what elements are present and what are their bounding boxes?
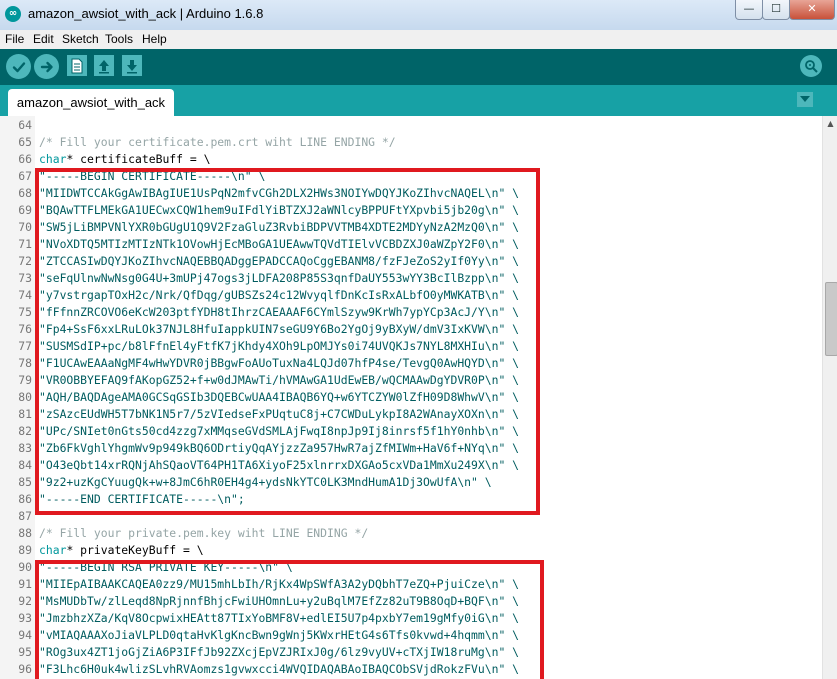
line-number: 93 — [18, 611, 32, 625]
line-number: 96 — [18, 662, 32, 676]
line-number: 66 — [18, 152, 32, 166]
line-number: 83 — [18, 441, 32, 455]
line-number: 75 — [18, 305, 32, 319]
open-icon — [99, 59, 109, 73]
code-editor[interactable]: 64 65 /* Fill your certificate.pem.crt wih… — [0, 116, 822, 679]
code-line[interactable]: 65 /* Fill your certificate.pem.crt wiht … — [0, 134, 822, 151]
code-text: char* privateKeyBuff = \ — [39, 542, 204, 559]
tab-bar: amazon_awsiot_with_ack — [0, 85, 837, 116]
code-line[interactable]: 64 — [0, 117, 822, 134]
line-number: 91 — [18, 577, 32, 591]
private-key-highlight-box — [35, 560, 544, 679]
tab-sketch[interactable]: amazon_awsiot_with_ack — [8, 89, 174, 116]
line-number: 76 — [18, 322, 32, 336]
line-number: 92 — [18, 594, 32, 608]
line-number: 79 — [18, 373, 32, 387]
code-line[interactable]: 66 char* certificateBuff = \ — [0, 151, 822, 168]
line-number: 77 — [18, 339, 32, 353]
line-number: 70 — [18, 220, 32, 234]
code-text: /* Fill your certificate.pem.crt wiht LI… — [39, 135, 396, 149]
title-bar: ∞ amazon_awsiot_with_ack | Arduino 1.6.8… — [0, 0, 837, 31]
arduino-logo-icon: ∞ — [5, 6, 21, 22]
toolbar — [0, 49, 837, 85]
vertical-scrollbar[interactable]: ▲ — [822, 116, 837, 679]
dropdown-arrow-icon — [800, 96, 810, 102]
save-icon — [127, 59, 137, 73]
certificate-highlight-box — [35, 168, 540, 515]
keyword-token: char — [39, 152, 67, 166]
line-number: 80 — [18, 390, 32, 404]
line-number: 87 — [18, 509, 32, 523]
line-number: 68 — [18, 186, 32, 200]
upload-icon — [40, 61, 53, 72]
line-number: 88 — [18, 526, 32, 540]
line-number: 82 — [18, 424, 32, 438]
line-number: 71 — [18, 237, 32, 251]
save-button[interactable] — [122, 55, 142, 76]
new-icon — [71, 58, 83, 73]
open-button[interactable] — [94, 55, 114, 76]
line-number: 74 — [18, 288, 32, 302]
line-number: 72 — [18, 254, 32, 268]
menu-sketch[interactable]: Sketch — [62, 32, 99, 46]
line-number: 65 — [18, 135, 32, 149]
code-line[interactable]: 89 char* privateKeyBuff = \ — [0, 542, 822, 559]
serial-monitor-icon — [805, 60, 818, 73]
code-token: * privateKeyBuff = \ — [66, 543, 204, 557]
upload-button[interactable] — [34, 54, 59, 79]
menu-edit[interactable]: Edit — [33, 32, 54, 46]
line-number: 67 — [18, 169, 32, 183]
menu-file[interactable]: File — [5, 32, 24, 46]
maximize-button[interactable]: ☐ — [762, 0, 790, 20]
window-title: amazon_awsiot_with_ack | Arduino 1.6.8 — [28, 6, 264, 21]
menu-tools[interactable]: Tools — [105, 32, 133, 46]
minimize-button[interactable]: — — [735, 0, 763, 20]
menu-help[interactable]: Help — [142, 32, 167, 46]
code-text: char* certificateBuff = \ — [39, 151, 210, 168]
line-number: 84 — [18, 458, 32, 472]
code-text: /* Fill your private.pem.key wiht LINE E… — [39, 526, 369, 540]
line-number: 90 — [18, 560, 32, 574]
menu-bar: File Edit Sketch Tools Help — [0, 30, 837, 49]
line-number: 64 — [18, 118, 32, 132]
code-line[interactable]: 88 /* Fill your private.pem.key wiht LINE… — [0, 525, 822, 542]
tab-menu-button[interactable] — [797, 92, 813, 107]
keyword-token: char — [39, 543, 67, 557]
code-token: * certificateBuff = \ — [66, 152, 211, 166]
line-number: 81 — [18, 407, 32, 421]
line-number: 69 — [18, 203, 32, 217]
verify-icon — [12, 61, 25, 72]
line-number: 95 — [18, 645, 32, 659]
line-number: 78 — [18, 356, 32, 370]
line-number: 94 — [18, 628, 32, 642]
line-number: 85 — [18, 475, 32, 489]
scroll-thumb[interactable] — [825, 282, 837, 356]
line-number: 89 — [18, 543, 32, 557]
new-button[interactable] — [67, 55, 87, 76]
line-number: 86 — [18, 492, 32, 506]
close-button[interactable]: ✕ — [789, 0, 835, 20]
serial-monitor-button[interactable] — [800, 55, 822, 77]
line-number: 73 — [18, 271, 32, 285]
verify-button[interactable] — [6, 54, 31, 79]
scroll-up-arrow-icon[interactable]: ▲ — [823, 116, 837, 131]
